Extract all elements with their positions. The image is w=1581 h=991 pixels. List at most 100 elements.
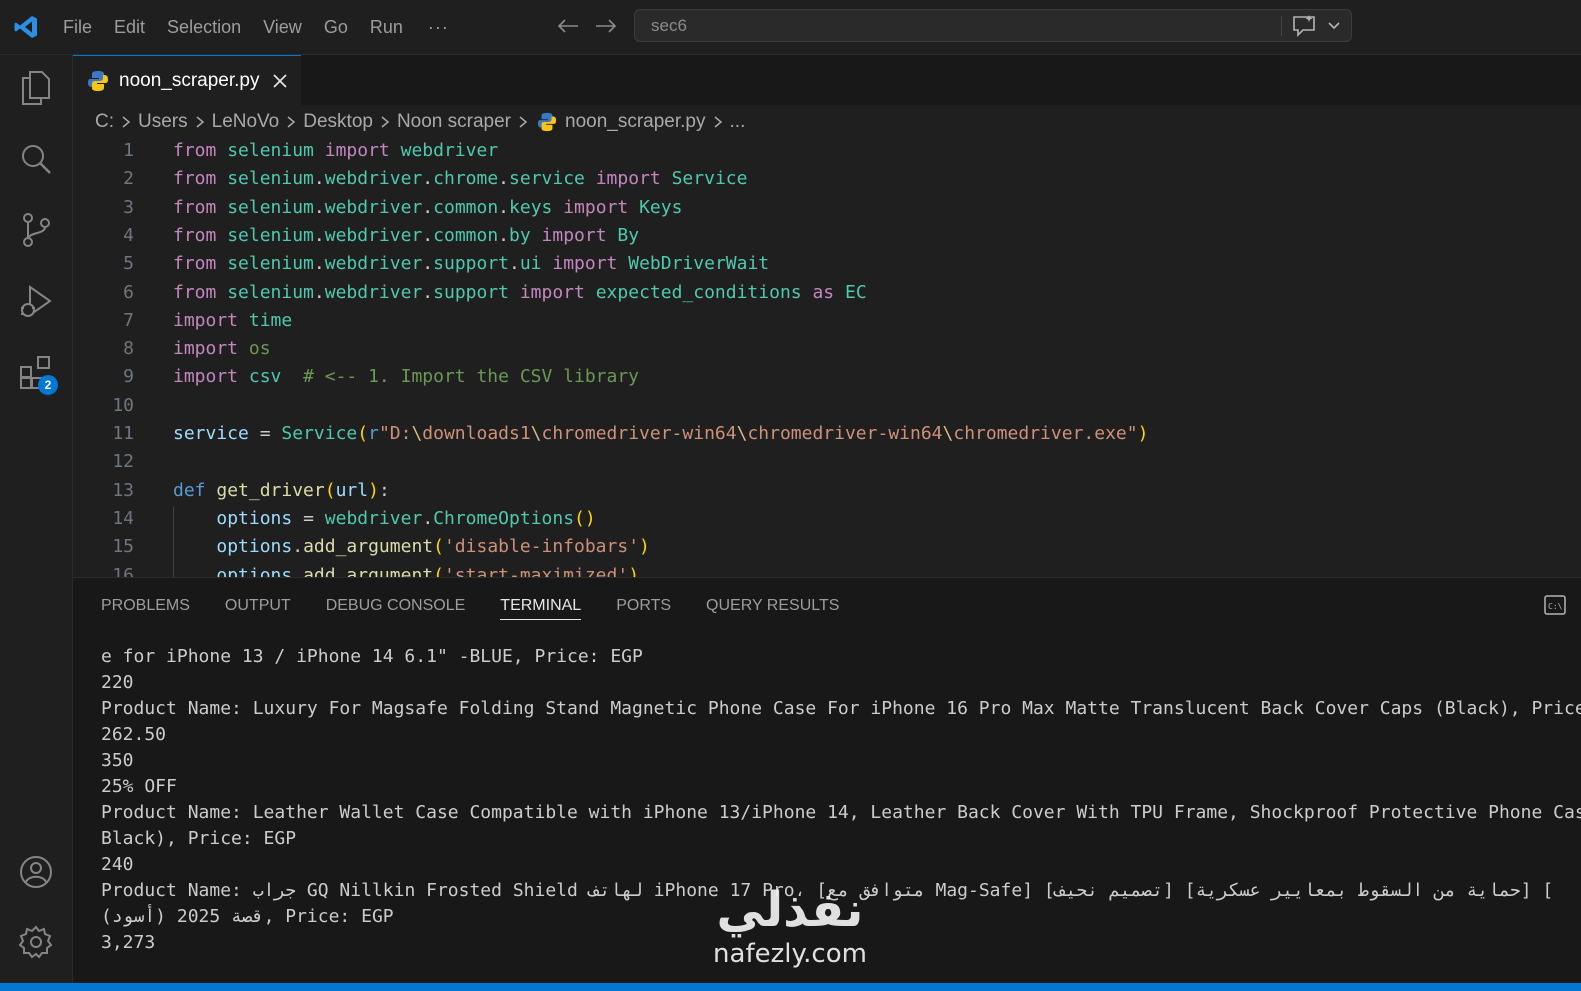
menu-file[interactable]: File	[52, 0, 103, 54]
code-text: from selenium.webdriver.common.by import…	[173, 224, 640, 246]
line-number: 1	[123, 140, 134, 161]
command-center-text: sec6	[651, 16, 687, 35]
code-text: import time	[173, 309, 293, 331]
command-center-search[interactable]: sec6	[634, 9, 1352, 42]
status-bar	[0, 983, 1581, 991]
terminal-line: 350	[101, 750, 134, 771]
tab-ports[interactable]: PORTS	[616, 578, 671, 633]
breadcrumb-item-lenovo[interactable]: LeNoVo	[212, 111, 280, 133]
activity-bar: 2	[0, 55, 73, 991]
terminal-line: 240	[101, 854, 134, 875]
line-number: 6	[123, 281, 134, 303]
line-number: 9	[123, 366, 134, 388]
code-text: from selenium import webdriver	[173, 140, 499, 161]
line-number: 3	[123, 196, 134, 218]
terminal-line: e for iPhone 13 / iPhone 14 6.1" -BLUE, …	[101, 646, 643, 667]
line-number: 11	[112, 423, 134, 444]
menu-go[interactable]: Go	[313, 0, 359, 54]
line-number: 12	[112, 451, 134, 473]
extensions-icon[interactable]: 2	[0, 343, 72, 403]
code-text: from selenium.webdriver.common.keys impo…	[173, 196, 683, 218]
tab-output[interactable]: OUTPUT	[225, 578, 291, 633]
line-number: 2	[123, 168, 134, 190]
code-text: options = webdriver.ChromeOptions()	[216, 507, 596, 529]
title-bar: File Edit Selection View Go Run ··· sec6	[0, 0, 1581, 55]
breadcrumb-item-users[interactable]: Users	[138, 111, 188, 133]
python-file-icon	[87, 70, 109, 92]
settings-gear-icon[interactable]	[0, 912, 72, 972]
tab-debug-console[interactable]: DEBUG CONSOLE	[326, 578, 466, 633]
breadcrumb-item-drive[interactable]: C:	[95, 111, 114, 133]
chevron-right-icon	[712, 115, 724, 129]
navigation-arrows	[556, 12, 618, 40]
source-control-icon[interactable]	[0, 200, 72, 260]
terminal-line: 220	[101, 672, 134, 693]
chevron-right-icon	[379, 115, 391, 129]
code-text: service = Service(r"D:\downloads1\chrome…	[173, 423, 1149, 444]
breadcrumb-item-symbols[interactable]: ...	[730, 111, 746, 133]
watermark-url: nafezly.com	[713, 939, 867, 969]
svg-text:C:\: C:\	[1548, 602, 1563, 611]
line-number: 15	[112, 536, 134, 558]
code-text: from selenium.webdriver.chrome.service i…	[173, 168, 748, 190]
line-number: 7	[123, 309, 134, 331]
code-text: from selenium.webdriver.support import e…	[173, 281, 867, 303]
menu-run[interactable]: Run	[359, 0, 414, 54]
extensions-badge: 2	[38, 375, 58, 395]
editor-tabs: noon_scraper.py	[73, 55, 1581, 105]
tab-terminal[interactable]: TERMINAL	[500, 578, 581, 633]
back-arrow-icon[interactable]	[556, 12, 580, 40]
chat-icon[interactable]	[1291, 14, 1317, 43]
menu-edit[interactable]: Edit	[103, 0, 156, 54]
terminal-cmd-icon[interactable]: C:\	[1543, 594, 1567, 621]
forward-arrow-icon[interactable]	[594, 12, 618, 40]
code-text: options.add_argument('disable-infobars')	[216, 536, 650, 558]
menu-selection[interactable]: Selection	[156, 0, 252, 54]
tab-query-results[interactable]: QUERY RESULTS	[706, 578, 839, 633]
vscode-logo-icon	[0, 0, 52, 54]
panel-tabs: PROBLEMS OUTPUT DEBUG CONSOLE TERMINAL P…	[101, 578, 874, 633]
chevron-right-icon	[194, 115, 206, 129]
breadcrumb: C: Users LeNoVo Desktop Noon scraper noo…	[95, 107, 745, 137]
breadcrumb-item-noon-scraper[interactable]: Noon scraper	[397, 111, 511, 133]
chevron-right-icon	[285, 115, 297, 129]
run-debug-icon[interactable]	[0, 272, 72, 332]
watermark-arabic: نفذلي	[716, 882, 864, 938]
line-number: 16	[112, 564, 134, 578]
chevron-down-icon[interactable]	[1327, 18, 1341, 37]
tab-problems[interactable]: PROBLEMS	[101, 578, 190, 633]
code-text: import csv # <-- 1. Import the CSV libra…	[173, 366, 640, 388]
tab-label: noon_scraper.py	[119, 69, 260, 91]
close-icon[interactable]	[272, 73, 288, 89]
line-number: 5	[123, 253, 134, 275]
menu-bar: File Edit Selection View Go Run ···	[52, 0, 463, 54]
explorer-icon[interactable]	[0, 58, 72, 118]
nafezly-watermark: نفذلي nafezly.com	[690, 880, 890, 984]
menu-view[interactable]: View	[252, 0, 313, 54]
line-number: 14	[112, 507, 134, 529]
terminal-line: Product Name: Leather Wallet Case Compat…	[101, 802, 1581, 823]
code-editor[interactable]: 1 from selenium import webdriver 2 from sel…	[73, 137, 1581, 577]
line-number: 4	[123, 224, 134, 246]
python-file-icon	[537, 112, 557, 132]
terminal-line: 262.50	[101, 724, 167, 745]
code-text: import os	[173, 338, 271, 360]
breadcrumb-item-file[interactable]: noon_scraper.py	[565, 111, 706, 133]
terminal-line: Product Name: Luxury For Magsafe Folding…	[101, 698, 1581, 719]
code-text: options.add_argument('start-maximized')	[216, 564, 640, 578]
line-number: 8	[123, 338, 134, 360]
chevron-right-icon	[517, 115, 529, 129]
chevron-right-icon	[120, 115, 132, 129]
line-number: 10	[112, 394, 134, 416]
code-text: from selenium.webdriver.support.ui impor…	[173, 253, 770, 275]
breadcrumb-item-desktop[interactable]: Desktop	[303, 111, 373, 133]
line-number: 13	[112, 479, 134, 501]
account-icon[interactable]	[0, 842, 72, 902]
terminal-line: Black), Price: EGP	[101, 828, 297, 849]
command-center-divider	[1281, 16, 1282, 36]
search-icon[interactable]	[0, 129, 72, 189]
menu-more-button[interactable]: ···	[414, 17, 463, 38]
terminal-line: 25% OFF	[101, 776, 177, 797]
tab-noon-scraper[interactable]: noon_scraper.py	[73, 55, 301, 105]
code-text: def get_driver(url):	[173, 479, 390, 501]
